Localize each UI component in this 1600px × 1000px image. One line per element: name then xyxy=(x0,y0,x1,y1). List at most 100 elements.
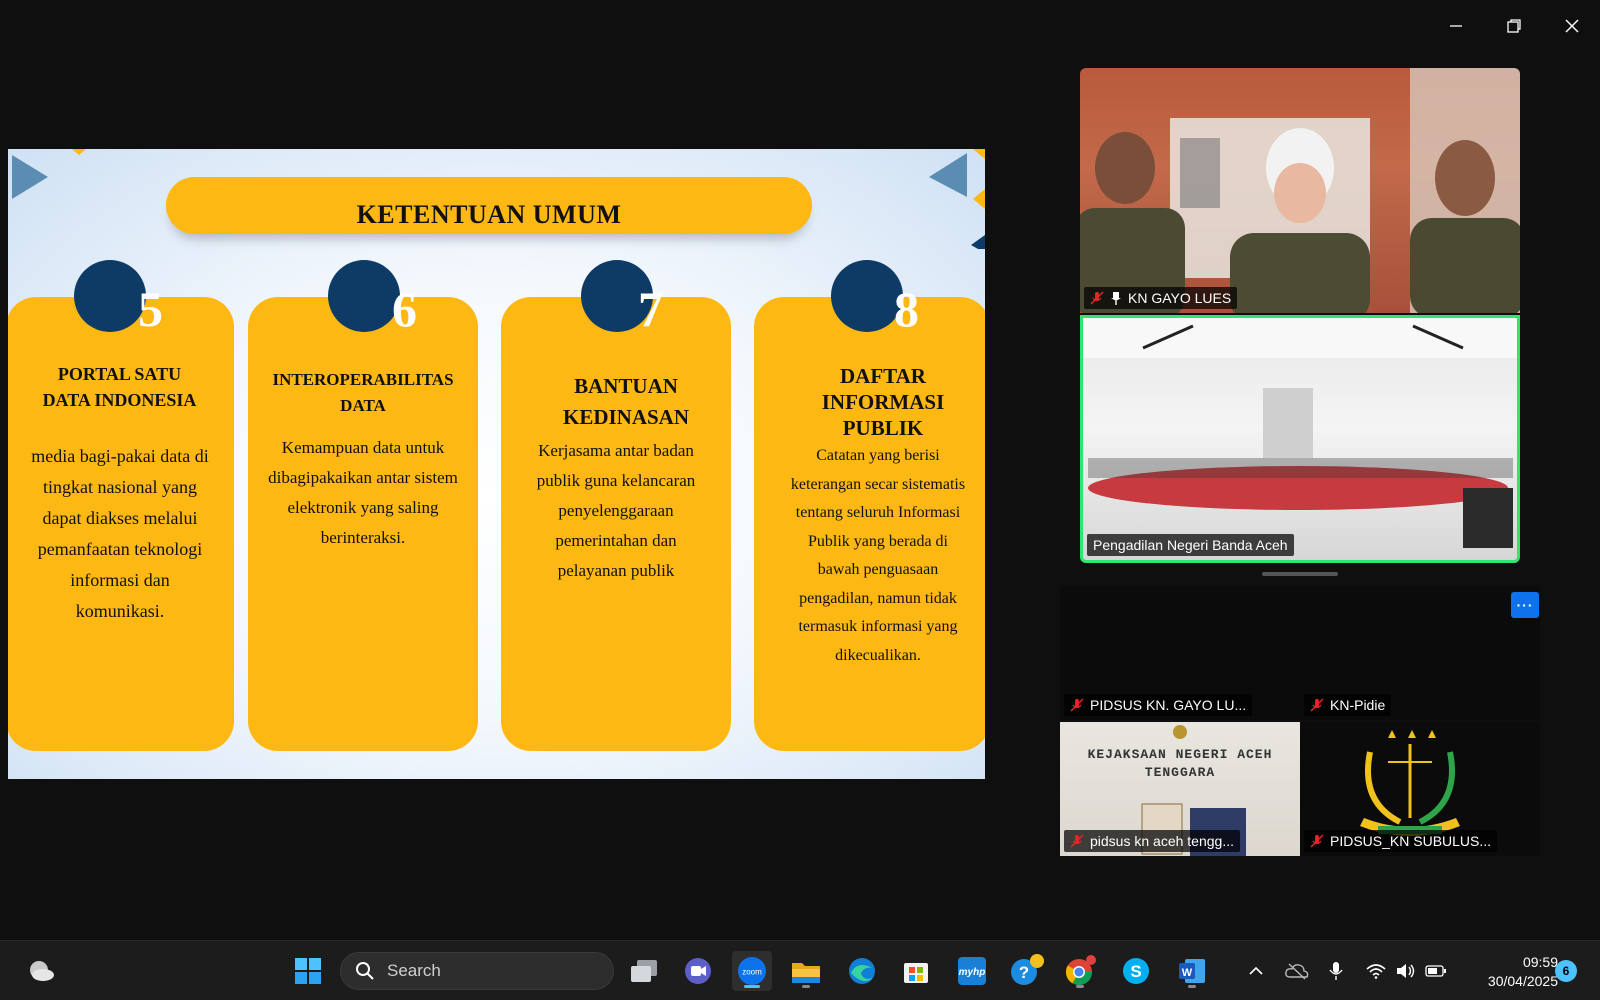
volume-tray-icon[interactable] xyxy=(1394,951,1418,991)
card-6-number: 6 xyxy=(392,281,417,337)
search-label: Search xyxy=(387,961,441,980)
taskbar-search-box[interactable]: Search xyxy=(340,952,614,990)
participant-name-label: pidsus kn aceh tengg... xyxy=(1064,830,1240,852)
microphone-tray-icon[interactable] xyxy=(1324,951,1348,991)
word-button[interactable]: W xyxy=(1172,951,1212,991)
zoom-meeting-window: KETENTUAN UMUM 5 PORTAL SATU DATA INDONE… xyxy=(0,0,1600,1000)
svg-text:?: ? xyxy=(1019,963,1029,982)
minimize-button[interactable] xyxy=(1436,10,1476,42)
mic-muted-icon xyxy=(1070,834,1084,848)
task-view-icon xyxy=(631,960,657,982)
microphone-icon xyxy=(1329,962,1343,980)
video-tile-pidsus-kn-aceh-tenggara[interactable]: KEJAKSAAN NEGERI ACEH TENGGARA pidsus kn… xyxy=(1060,722,1300,856)
myhp-button[interactable]: myhp xyxy=(952,951,992,991)
running-app-indicator xyxy=(1076,985,1084,988)
participant-name: KN GAYO LUES xyxy=(1128,290,1232,306)
skype-button[interactable]: S xyxy=(1116,951,1156,991)
running-app-indicator xyxy=(802,985,810,988)
participant-name-label: KN-Pidie xyxy=(1304,694,1392,716)
restore-icon xyxy=(1507,19,1521,33)
chevron-up-icon xyxy=(1249,966,1263,975)
running-app-indicator xyxy=(1188,985,1196,988)
decor-triangle-left xyxy=(12,155,48,199)
card-5-number: 5 xyxy=(138,281,163,337)
more-options-icon: ··· xyxy=(1516,597,1534,613)
edge-button[interactable] xyxy=(842,951,882,991)
video-tile-kn-gayo-lues[interactable]: KN GAYO LUES xyxy=(1080,68,1520,313)
start-button[interactable] xyxy=(288,951,328,991)
wifi-icon xyxy=(1366,964,1386,979)
video-tile-pidsus-kn-subulussalam[interactable]: PIDSUS_KN SUBULUS... xyxy=(1300,722,1540,856)
edge-icon xyxy=(849,958,875,984)
card-7-body: Kerjasama antar badan publik guna kelanc… xyxy=(536,441,696,580)
decor-triangle-top xyxy=(72,149,86,155)
participant-name: PIDSUS KN. GAYO LU... xyxy=(1090,697,1247,713)
file-explorer-button[interactable] xyxy=(786,951,826,991)
active-app-indicator xyxy=(744,985,760,988)
close-button[interactable] xyxy=(1552,10,1592,42)
participant-name: PIDSUS_KN SUBULUS... xyxy=(1330,833,1492,849)
participant-name-label: Pengadilan Negeri Banda Aceh xyxy=(1087,534,1294,556)
clock-date: 30/04/2025 xyxy=(1487,973,1558,989)
card-8-title: DAFTAR INFORMASI PUBLIK xyxy=(821,364,945,440)
chrome-icon xyxy=(1065,955,1096,986)
search-icon xyxy=(356,962,374,980)
weather-icon xyxy=(30,961,54,981)
restore-button[interactable] xyxy=(1494,10,1534,42)
slide-title-banner: KETENTUAN UMUM xyxy=(166,177,812,234)
card-5-title: PORTAL SATU DATA INDONESIA xyxy=(42,364,197,410)
windows-taskbar: Search zoom myhp ? S W 09:59 30/04/2025 … xyxy=(0,940,1600,1000)
chrome-button[interactable] xyxy=(1060,951,1100,991)
pin-icon xyxy=(1111,292,1121,305)
video-feed-meeting-room xyxy=(1083,318,1517,548)
mic-muted-icon xyxy=(1090,291,1104,305)
minimize-icon xyxy=(1450,25,1462,27)
onedrive-tray-icon[interactable] xyxy=(1282,951,1312,991)
card-7-title: BANTUAN KEDINASAN xyxy=(562,374,690,429)
cloud-offline-icon xyxy=(1285,963,1309,980)
battery-icon xyxy=(1425,965,1446,977)
word-icon-label: W xyxy=(1182,967,1193,979)
close-icon xyxy=(1565,19,1579,33)
microsoft-store-button[interactable] xyxy=(896,951,936,991)
participant-name: KN-Pidie xyxy=(1330,697,1386,713)
show-hidden-icons-button[interactable] xyxy=(1244,951,1268,991)
card-8-number: 8 xyxy=(894,281,919,337)
battery-tray-icon[interactable] xyxy=(1424,951,1448,991)
video-tile-kn-pidie[interactable]: KN-Pidie xyxy=(1300,586,1540,720)
more-options-button[interactable]: ··· xyxy=(1511,592,1539,618)
skype-icon: S xyxy=(1123,958,1149,984)
word-icon: W xyxy=(1179,959,1205,983)
help-icon: ? xyxy=(1011,954,1044,985)
weather-widget[interactable] xyxy=(20,951,60,991)
mic-muted-icon xyxy=(1070,698,1084,712)
meet-icon xyxy=(685,958,711,984)
slide-title: KETENTUAN UMUM xyxy=(356,199,622,229)
video-tile-pidsus-kn-gayo-lues[interactable]: PIDSUS KN. GAYO LU... xyxy=(1060,586,1300,720)
get-help-button[interactable]: ? xyxy=(1006,951,1046,991)
card-6-title: INTEROPERABILITAS DATA xyxy=(272,370,454,415)
card-8-circle xyxy=(831,260,903,332)
card-5-body: media bagi-pakai data di tingkat nasiona… xyxy=(31,446,209,621)
card-8-body: Catatan yang berisi keterangan secar sis… xyxy=(790,447,966,664)
meet-app-button[interactable] xyxy=(678,951,718,991)
task-view-button[interactable] xyxy=(624,951,664,991)
shared-screen-slide: KETENTUAN UMUM 5 PORTAL SATU DATA INDONE… xyxy=(8,149,985,779)
mic-muted-icon xyxy=(1310,698,1324,712)
store-icon xyxy=(904,963,928,983)
wifi-tray-icon[interactable] xyxy=(1364,951,1388,991)
zoom-app-button[interactable]: zoom xyxy=(732,951,772,991)
notification-badge[interactable]: 6 xyxy=(1555,960,1577,982)
skype-icon-label: S xyxy=(1130,962,1141,981)
participant-name-label: PIDSUS_KN SUBULUS... xyxy=(1304,830,1498,852)
card-5-circle xyxy=(74,260,146,332)
taskbar-clock[interactable]: 09:59 30/04/2025 xyxy=(1462,953,1558,991)
file-explorer-icon xyxy=(792,963,820,983)
zoom-icon: zoom xyxy=(738,957,766,985)
participant-name-label: KN GAYO LUES xyxy=(1084,287,1238,309)
zoom-icon-label: zoom xyxy=(742,968,762,977)
video-tile-pengadilan-negeri-banda-aceh[interactable]: Pengadilan Negeri Banda Aceh xyxy=(1080,315,1520,563)
windows-start-icon xyxy=(295,958,321,984)
gallery-resize-handle[interactable] xyxy=(1262,572,1338,576)
mic-muted-icon xyxy=(1310,834,1324,848)
